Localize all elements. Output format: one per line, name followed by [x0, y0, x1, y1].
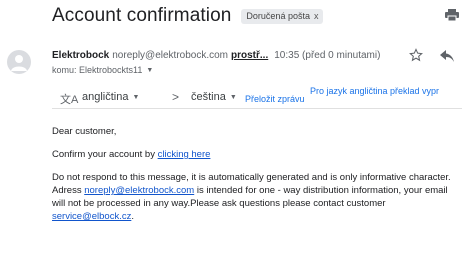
printer-icon[interactable]: [445, 9, 459, 21]
target-language-label: čeština: [191, 91, 226, 103]
recipient-line[interactable]: komu: Elektrobockts11 ▼: [52, 65, 153, 75]
chevron-down-icon: ▼: [229, 93, 237, 101]
sender-avatar[interactable]: [7, 50, 31, 74]
target-language-select[interactable]: čeština ▼: [191, 91, 237, 103]
inbox-label-text: Doručená pošta: [246, 11, 310, 21]
confirm-link[interactable]: clicking here: [158, 149, 211, 160]
recipient-details-chevron-icon[interactable]: ▼: [146, 67, 153, 74]
translate-icon: 文A: [60, 94, 79, 106]
recipient-text: komu: Elektrobockts11: [52, 65, 143, 75]
translate-bar: 文A angličtina ▼ > čeština ▼ Přeložit zpr…: [52, 85, 462, 109]
translate-message-button[interactable]: Přeložit zprávu: [245, 94, 305, 104]
service-email-link[interactable]: service@elbock.cz: [52, 211, 131, 222]
email-subject: Account confirmation: [52, 5, 232, 26]
sender-name[interactable]: Elektrobock: [52, 50, 109, 61]
sender-line: Elektrobock noreply@elektrobock.com pros…: [52, 50, 380, 61]
person-icon: [11, 55, 27, 71]
chevron-down-icon: ▼: [132, 93, 140, 101]
notice-paragraph: Do not respond to this message, it is au…: [52, 171, 457, 223]
noreply-email-link[interactable]: noreply@elektrobock.com: [84, 185, 194, 196]
email-body: Dear customer, Confirm your account by c…: [52, 125, 457, 233]
source-language-label: angličtina: [82, 91, 129, 103]
source-language-select[interactable]: angličtina ▼: [82, 91, 139, 103]
greeting: Dear customer,: [52, 126, 117, 137]
inbox-label-chip[interactable]: Doručená pošta x: [241, 8, 324, 24]
always-translate-link[interactable]: Pro jazyk angličtina překlad vypr: [310, 86, 439, 96]
notice-text-end: .: [131, 211, 134, 222]
confirm-text: Confirm your account by: [52, 149, 158, 160]
remove-label-icon[interactable]: x: [314, 11, 319, 21]
translate-arrow-icon: >: [172, 90, 180, 104]
subject-row: Account confirmation Doručená pošta x: [52, 3, 324, 29]
star-icon[interactable]: [409, 48, 423, 62]
sender-more-link[interactable]: prostř...: [231, 50, 268, 61]
confirm-paragraph: Confirm your account by clicking here: [52, 148, 457, 161]
reply-icon[interactable]: [440, 50, 454, 62]
email-time: 10:35 (před 0 minutami): [274, 50, 381, 61]
sender-email: noreply@elektrobock.com: [112, 50, 229, 61]
